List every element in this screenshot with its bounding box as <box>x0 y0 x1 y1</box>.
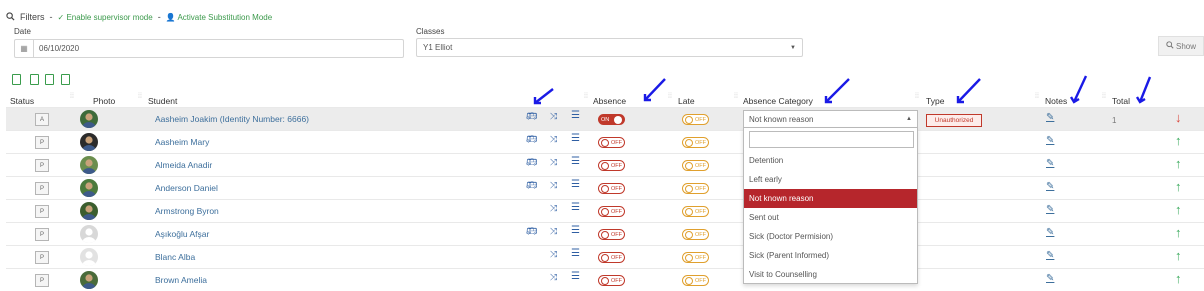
annotation-arrows <box>533 75 1152 105</box>
annotation-arrow <box>956 78 981 104</box>
annotation-arrow <box>643 78 666 102</box>
annotation-arrow <box>1069 75 1088 104</box>
annotation-arrow <box>824 78 850 104</box>
annotation-arrow <box>1135 76 1152 104</box>
annotation-arrow <box>533 88 554 105</box>
